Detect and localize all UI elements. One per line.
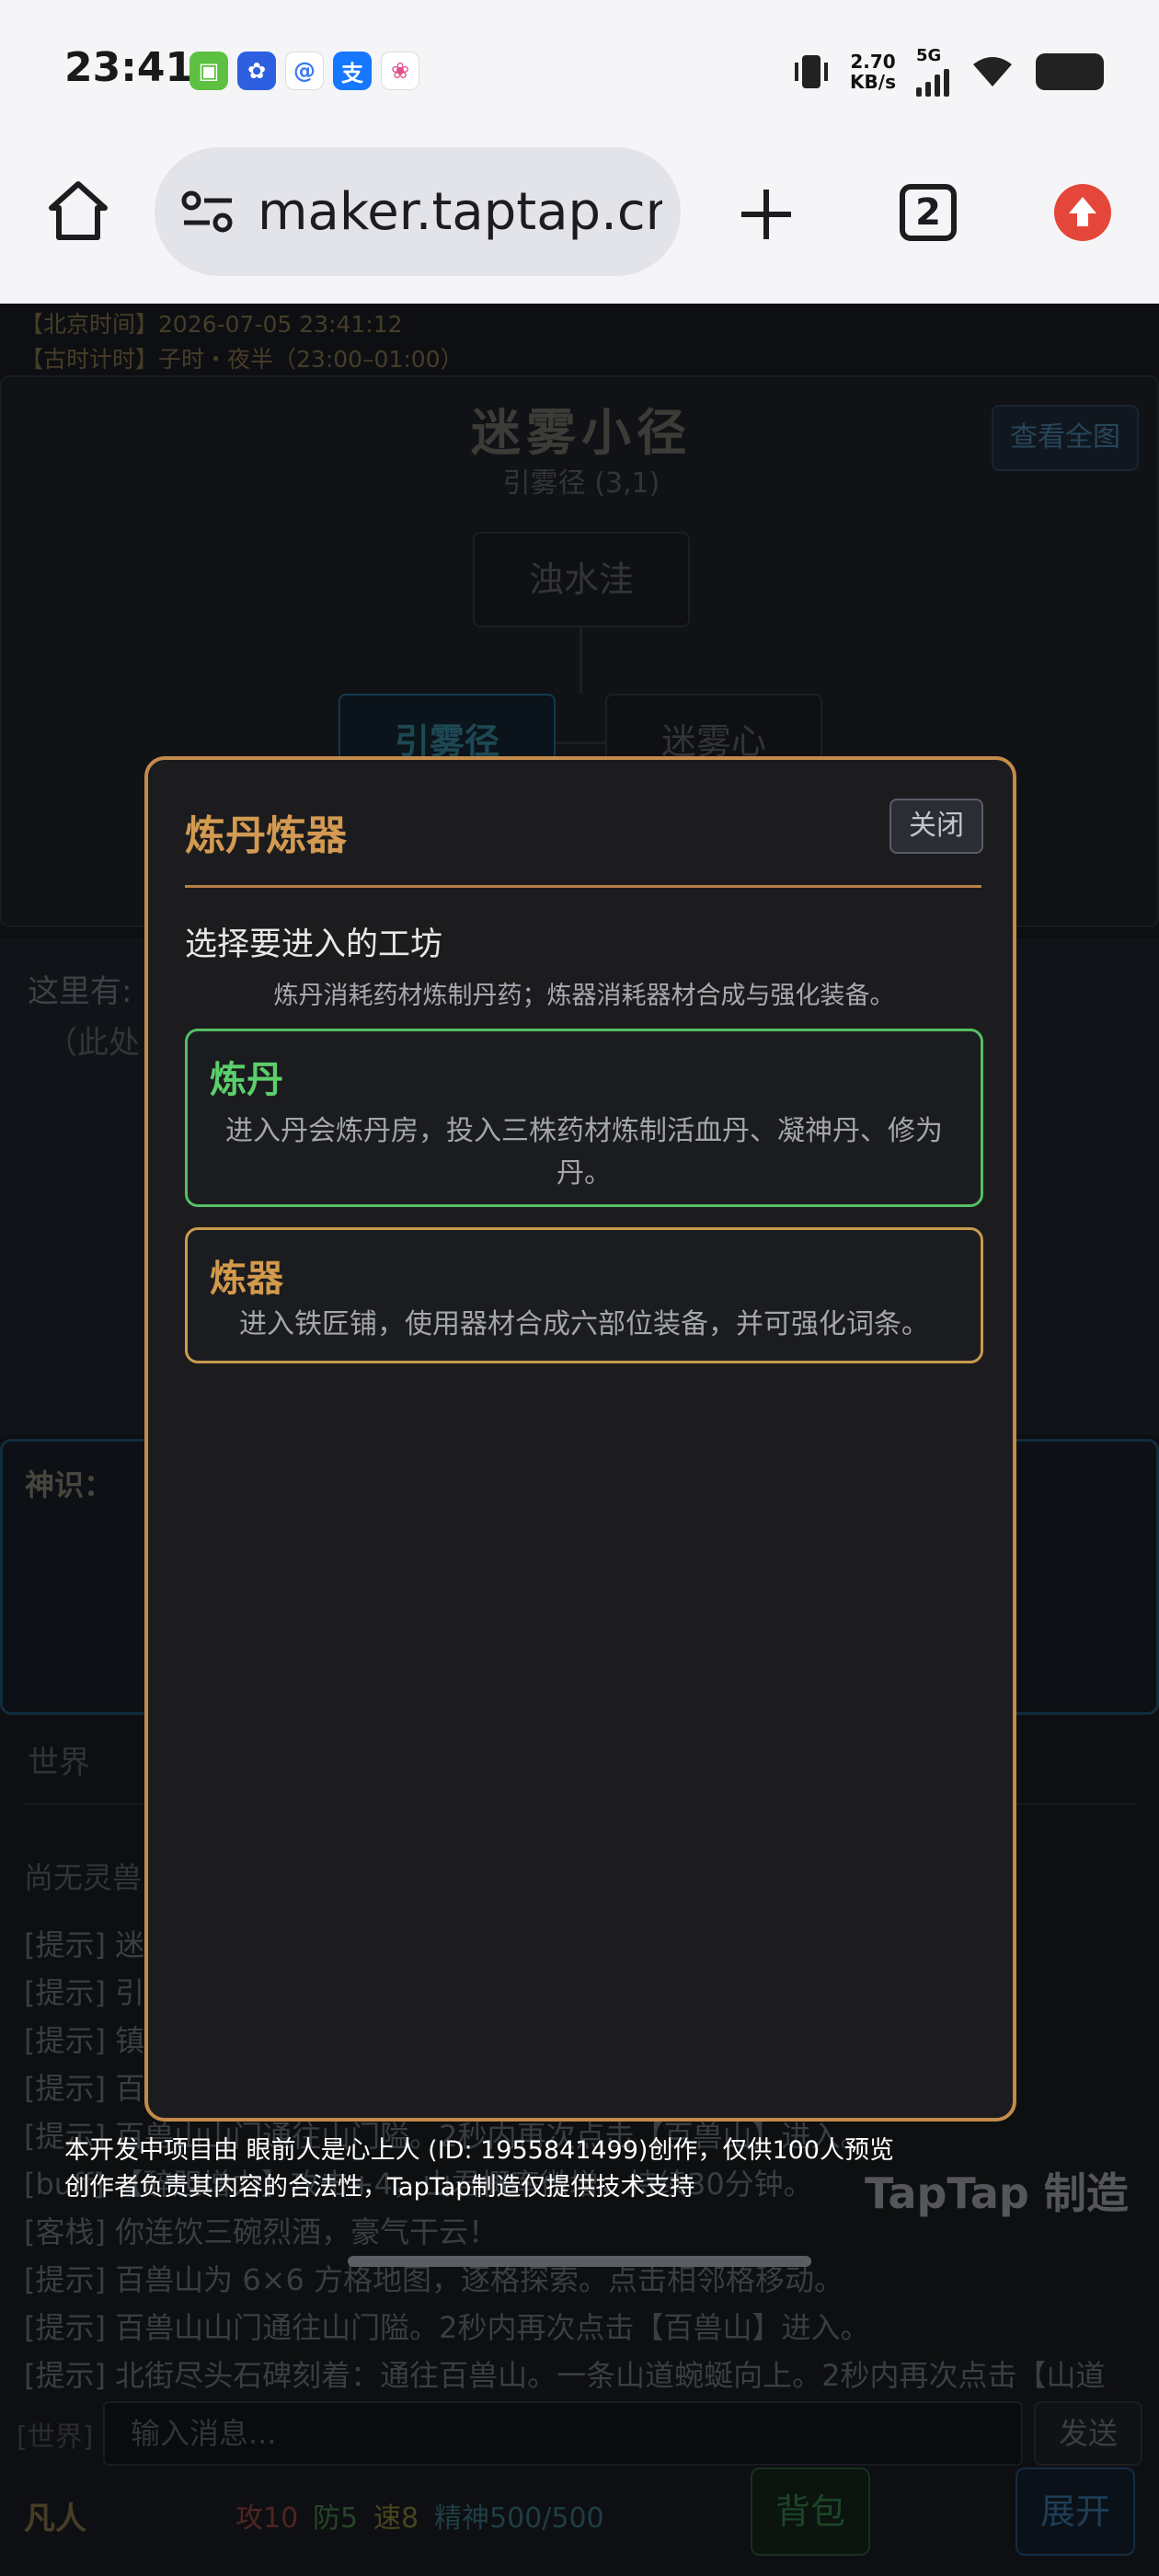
notification-icons: ▣ ✿ @ 支 ❀ xyxy=(189,52,419,90)
app-notification-icon: ❀ xyxy=(381,52,419,90)
net-speed: 2.70 KB/s xyxy=(850,50,896,93)
alchemy-option-button[interactable]: 炼丹 进入丹会炼丹房，投入三株药材炼制活血丹、凝神丹、修为丹。 xyxy=(185,1029,983,1207)
taptap-watermark: TapTap 制造 xyxy=(865,2168,1129,2218)
app-notification-icon: ✿ xyxy=(237,52,276,90)
modal-description: 炼丹消耗药材炼制丹药；炼器消耗器材合成与强化装备。 xyxy=(273,982,895,1010)
tab-switcher-button[interactable]: 2 xyxy=(900,184,957,241)
address-bar[interactable]: maker.taptap.cn/s xyxy=(155,147,681,276)
disclaimer: 本开发中项目由 眼前人是心上人 (ID: 1955841499)创作，仅供100… xyxy=(64,2136,894,2202)
cellular-signal-icon: 5G xyxy=(916,46,949,97)
url-text: maker.taptap.cn/s xyxy=(258,182,662,242)
option-title: 炼器 xyxy=(210,1258,283,1300)
forge-option-button[interactable]: 炼器 进入铁匠铺，使用器材合成六部位装备，并可强化词条。 xyxy=(185,1227,983,1363)
status-bar: 23:41 ▣ ✿ @ 支 ❀ 2.70 KB/s 5G xyxy=(0,0,1159,147)
close-button[interactable]: 关闭 xyxy=(889,799,983,854)
modal-title: 炼丹炼器 xyxy=(185,812,347,859)
home-indicator[interactable] xyxy=(348,2256,811,2267)
alchemy-forge-modal: 炼丹炼器 关闭 选择要进入的工坊 炼丹消耗药材炼制丹药；炼器消耗器材合成与强化装… xyxy=(144,756,1016,2122)
vibrate-icon xyxy=(795,54,829,88)
home-icon[interactable] xyxy=(46,178,110,243)
status-indicators: 2.70 KB/s 5G xyxy=(793,46,1104,97)
modal-divider xyxy=(185,885,981,888)
modal-subtitle: 选择要进入的工坊 xyxy=(185,926,443,963)
wifi-icon xyxy=(973,56,1012,86)
option-description: 进入丹会炼丹房，投入三株药材炼制活血丹、凝神丹、修为丹。 xyxy=(225,1115,943,1190)
update-icon[interactable] xyxy=(1054,184,1111,241)
battery-icon xyxy=(1036,52,1104,90)
app-notification-icon: ▣ xyxy=(189,52,228,90)
status-time: 23:41 xyxy=(64,44,194,91)
browser-toolbar: maker.taptap.cn/s 2 xyxy=(0,147,1159,304)
site-settings-icon[interactable] xyxy=(180,188,235,236)
new-tab-icon[interactable] xyxy=(736,184,797,245)
option-title: 炼丹 xyxy=(210,1059,283,1101)
mail-notification-icon: @ xyxy=(285,52,324,90)
alipay-notification-icon: 支 xyxy=(333,52,372,90)
option-description: 进入铁匠铺，使用器材合成六部位装备，并可强化词条。 xyxy=(239,1308,929,1340)
